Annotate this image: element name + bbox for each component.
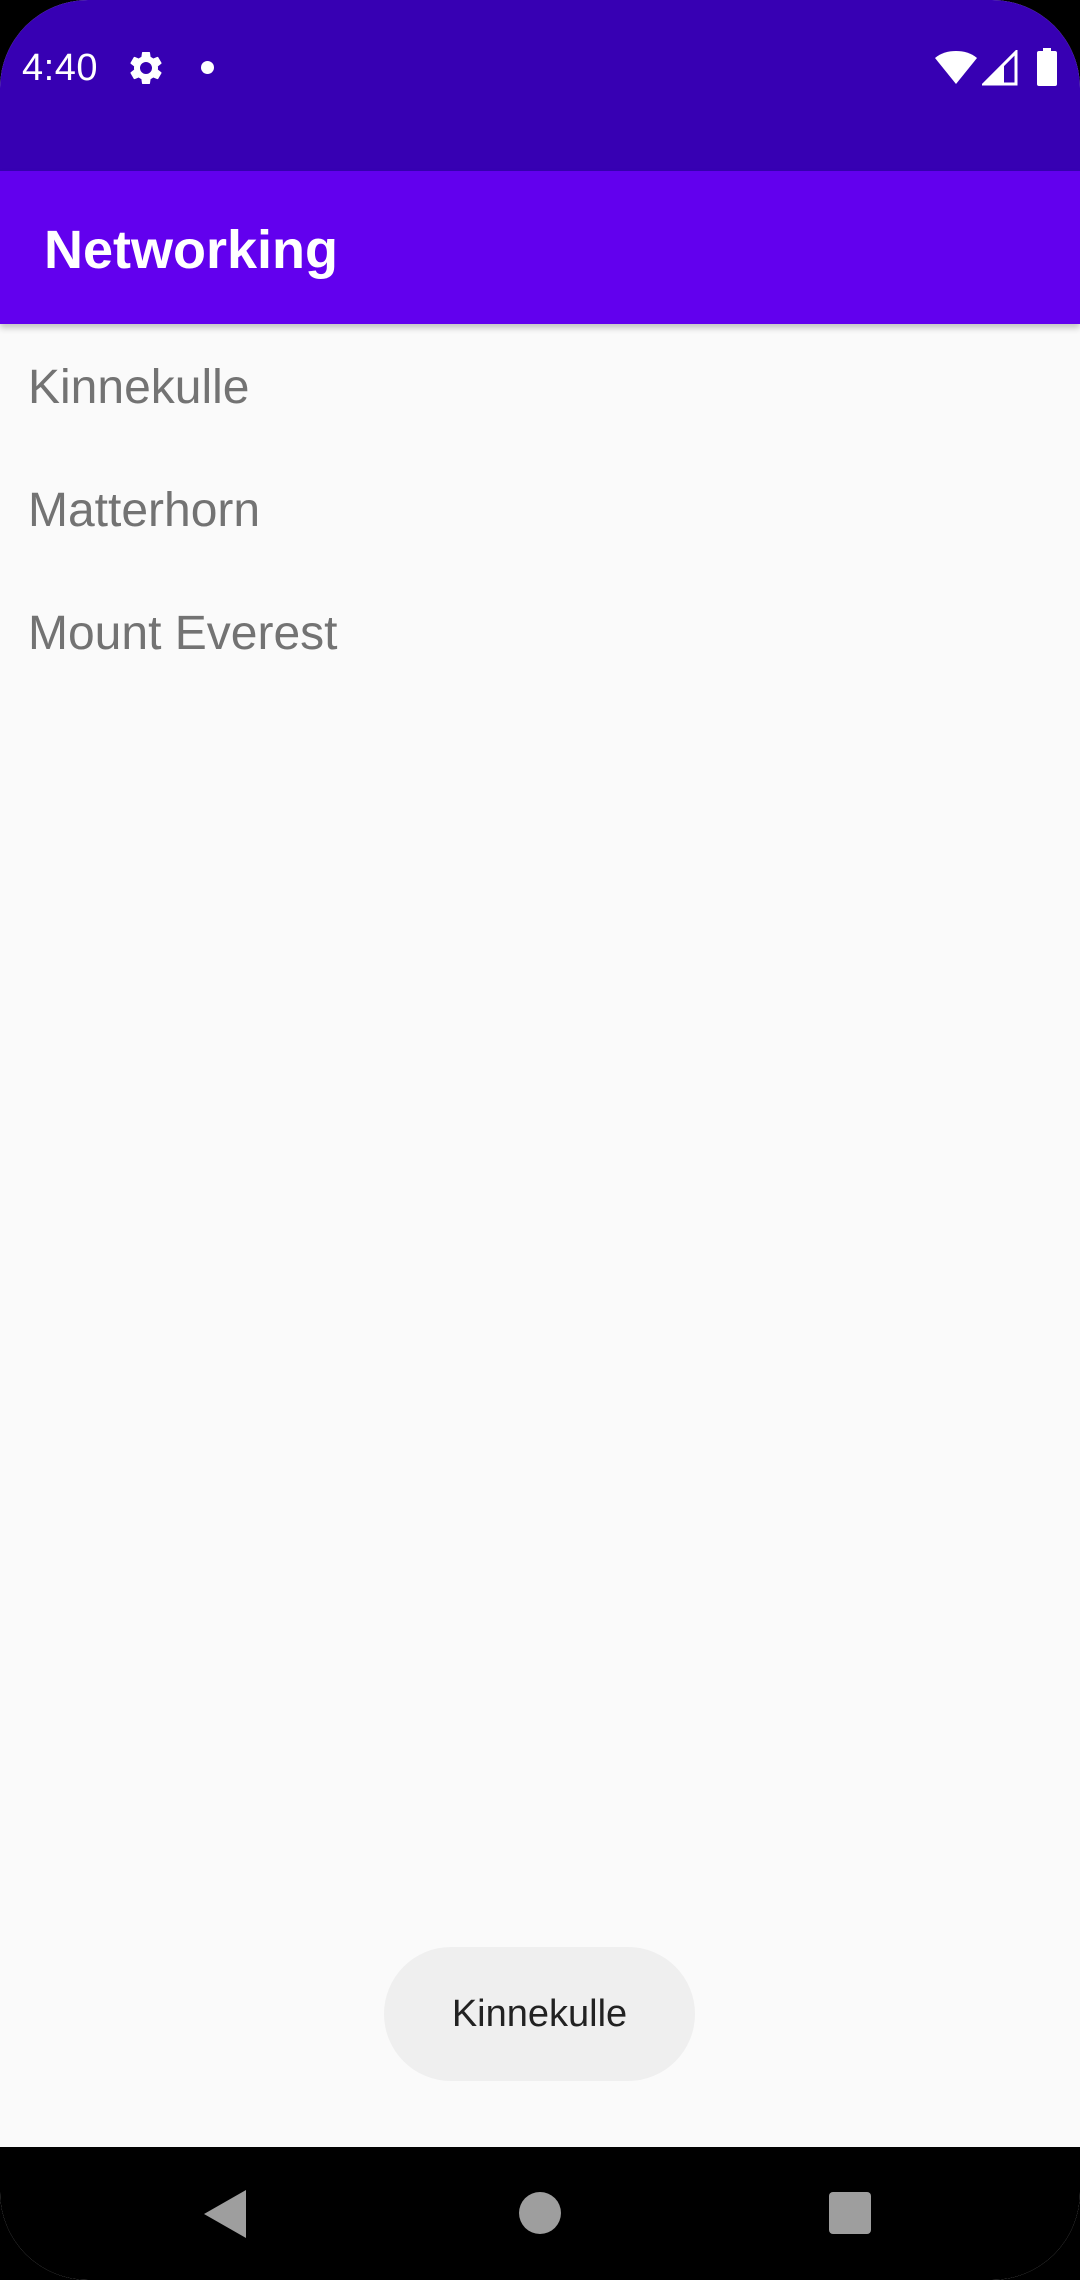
app-bar: Networking (0, 171, 1080, 324)
app-title: Networking (44, 220, 339, 280)
battery-icon (1037, 48, 1057, 86)
recents-icon[interactable] (829, 2192, 871, 2234)
notification-dot-icon (201, 61, 214, 74)
cell-signal-icon (982, 50, 1018, 86)
wifi-icon (935, 51, 977, 84)
toast-message: Kinnekulle (384, 1947, 695, 2081)
mountain-list: Kinnekulle Matterhorn Mount Everest (0, 324, 1080, 693)
home-icon[interactable] (519, 2192, 561, 2234)
list-item-kinnekulle[interactable]: Kinnekulle (0, 324, 1080, 447)
gear-icon (130, 51, 162, 84)
navigation-bar (0, 2147, 1080, 2280)
back-icon[interactable] (204, 2190, 246, 2238)
list-item-matterhorn[interactable]: Matterhorn (0, 447, 1080, 570)
status-bar: 4:40 (0, 0, 1080, 171)
phone-screen: 4:40 Networking Kinnekulle Matterhorn Mo… (0, 0, 1080, 2280)
list-item-mount-everest[interactable]: Mount Everest (0, 570, 1080, 693)
status-time: 4:40 (22, 47, 98, 89)
